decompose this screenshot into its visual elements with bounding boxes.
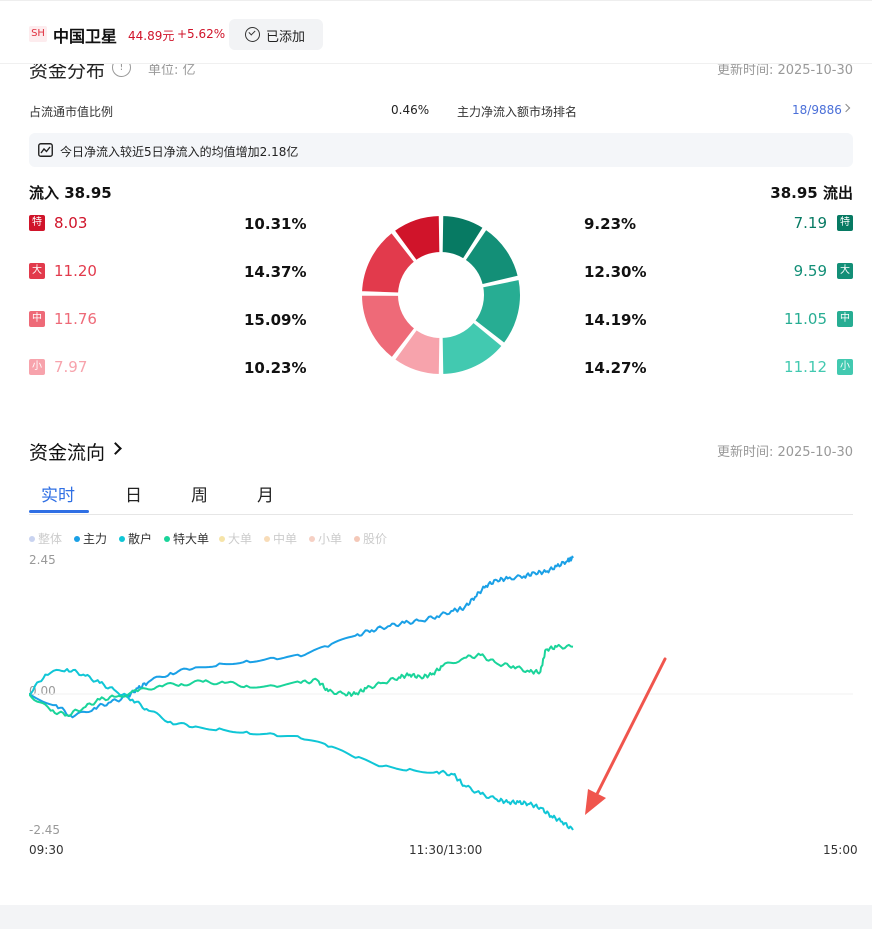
legend-item[interactable]: 主力 bbox=[74, 530, 107, 547]
legend-dot-icon bbox=[74, 536, 80, 542]
legend-item[interactable]: 股价 bbox=[354, 530, 387, 547]
badge-out-medium: 中 bbox=[837, 311, 853, 327]
legend-label: 特大单 bbox=[173, 532, 210, 546]
outflow-large-value: 9.59 bbox=[793, 262, 827, 280]
stock-price: 44.89元 bbox=[128, 29, 175, 43]
tip-text: 今日净流入较近5日净流入的均值增加2.18亿 bbox=[60, 145, 299, 159]
stock-name[interactable]: 中国卫星 bbox=[53, 23, 117, 47]
badge-out-super: 特 bbox=[837, 215, 853, 231]
legend-dot-icon bbox=[309, 536, 315, 542]
x-axis-end-label: 15:00 bbox=[823, 843, 858, 857]
active-tab-indicator bbox=[29, 510, 89, 513]
outflow-small-value: 11.12 bbox=[784, 358, 827, 376]
outflow-super-value: 7.19 bbox=[793, 214, 827, 232]
ratio-label: 占流通市值比例 bbox=[29, 105, 114, 119]
tab-day[interactable]: 日 bbox=[125, 481, 142, 506]
tab-divider bbox=[29, 514, 853, 515]
inflow-super-value: 8.03 bbox=[54, 214, 88, 232]
x-axis-start-label: 09:30 bbox=[29, 843, 64, 857]
tab-month[interactable]: 月 bbox=[257, 481, 274, 506]
badge-in-medium: 中 bbox=[29, 311, 45, 327]
legend-label: 中单 bbox=[273, 532, 298, 546]
inflow-tip-bar: 今日净流入较近5日净流入的均值增加2.18亿 bbox=[29, 133, 853, 167]
chevron-right-icon[interactable] bbox=[841, 103, 851, 113]
flow-update-time: 更新时间: 2025-10-30 bbox=[716, 445, 853, 460]
badge-in-small: 小 bbox=[29, 359, 45, 375]
legend-item[interactable]: 小单 bbox=[309, 530, 342, 547]
outflow-large-pct: 12.30% bbox=[584, 263, 647, 281]
chevron-right-icon[interactable] bbox=[109, 442, 122, 455]
rank-value-link[interactable]: 18/9886 bbox=[792, 103, 842, 117]
tab-week[interactable]: 周 bbox=[191, 481, 208, 506]
legend-dot-icon bbox=[29, 536, 35, 542]
legend-item[interactable]: 整体 bbox=[29, 530, 62, 547]
inflow-label: 流入 bbox=[29, 184, 60, 202]
check-circle-icon bbox=[245, 27, 260, 42]
rank-label: 主力净流入额市场排名 bbox=[457, 105, 578, 119]
legend-item[interactable]: 散户 bbox=[119, 530, 152, 547]
legend-item[interactable]: 大单 bbox=[219, 530, 252, 547]
inflow-large-value: 11.20 bbox=[54, 262, 97, 280]
exchange-badge: SH bbox=[29, 26, 47, 42]
badge-out-large: 大 bbox=[837, 263, 853, 279]
ratio-value: 0.46% bbox=[391, 103, 430, 117]
inflow-super-pct: 10.31% bbox=[244, 215, 307, 233]
badge-in-super: 特 bbox=[29, 215, 45, 231]
badge-out-small: 小 bbox=[837, 359, 853, 375]
series-line-主力 bbox=[29, 555, 574, 719]
inflow-header: 流入 38.95 bbox=[29, 182, 112, 203]
outflow-super-pct: 9.23% bbox=[584, 215, 637, 233]
inflow-small-pct: 10.23% bbox=[244, 359, 307, 377]
inflow-total: 38.95 bbox=[64, 184, 112, 202]
inflow-medium-pct: 15.09% bbox=[244, 311, 307, 329]
legend-dot-icon bbox=[119, 536, 125, 542]
outflow-medium-pct: 14.19% bbox=[584, 311, 647, 329]
legend-label: 小单 bbox=[318, 532, 343, 546]
tab-realtime[interactable]: 实时 bbox=[41, 481, 75, 506]
legend-item[interactable]: 特大单 bbox=[164, 530, 209, 547]
legend-label: 主力 bbox=[83, 532, 108, 546]
legend-dot-icon bbox=[164, 536, 170, 542]
added-watchlist-button[interactable]: 已添加 bbox=[229, 19, 323, 50]
added-label: 已添加 bbox=[266, 30, 306, 45]
legend-label: 整体 bbox=[38, 532, 63, 546]
inflow-small-value: 7.97 bbox=[54, 358, 88, 376]
inflow-large-pct: 14.37% bbox=[244, 263, 307, 281]
outflow-header: 38.95 流出 bbox=[770, 182, 853, 203]
flow-title-link[interactable]: 资金流向 bbox=[29, 438, 105, 465]
series-line-散户 bbox=[29, 668, 574, 831]
fund-flow-chart bbox=[29, 555, 853, 831]
legend-dot-icon bbox=[354, 536, 360, 542]
inflow-medium-value: 11.76 bbox=[54, 310, 97, 328]
outflow-small-pct: 14.27% bbox=[584, 359, 647, 377]
outflow-total: 38.95 bbox=[770, 184, 818, 202]
badge-in-large: 大 bbox=[29, 263, 45, 279]
footer-band bbox=[0, 905, 872, 929]
legend-dot-icon bbox=[264, 536, 270, 542]
trend-chart-icon bbox=[38, 143, 53, 157]
legend-dot-icon bbox=[219, 536, 225, 542]
outflow-medium-value: 11.05 bbox=[784, 310, 827, 328]
x-axis-mid-label: 11:30/13:00 bbox=[409, 843, 483, 857]
legend-label: 散户 bbox=[128, 532, 153, 546]
outflow-label: 流出 bbox=[822, 184, 853, 202]
legend-label: 大单 bbox=[228, 532, 253, 546]
legend-label: 股价 bbox=[363, 532, 388, 546]
stock-header: SH 中国卫星 44.89元 +5.62% 已添加 bbox=[0, 0, 872, 64]
stock-change: +5.62% bbox=[177, 27, 226, 41]
fund-distribution-donut bbox=[360, 214, 522, 376]
annotation-arrow bbox=[585, 657, 667, 815]
legend-item[interactable]: 中单 bbox=[264, 530, 297, 547]
